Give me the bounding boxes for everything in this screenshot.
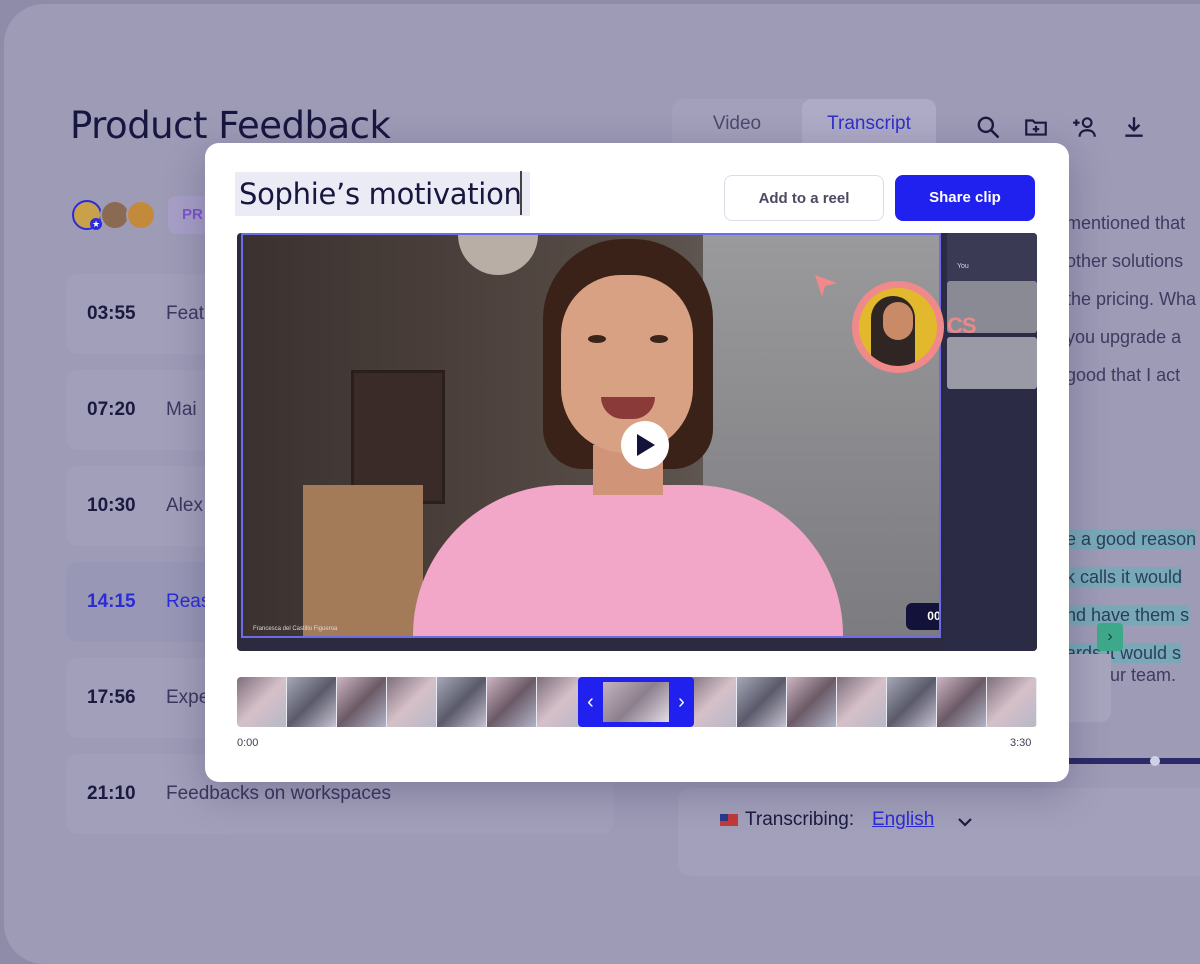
share-clip-button[interactable]: Share clip [895, 175, 1035, 221]
timeline-frame [987, 677, 1037, 727]
transcribing-label: Transcribing: [745, 809, 855, 830]
clip-timeline[interactable]: ‹ › [237, 677, 1037, 727]
comment-box [1065, 654, 1111, 722]
chevron-right-icon[interactable]: › [1097, 623, 1123, 651]
participant-tile[interactable]: You [947, 233, 1037, 285]
timeline-frame [487, 677, 537, 727]
playback-progress[interactable] [1066, 758, 1200, 764]
chapter-time: 17:56 [87, 687, 136, 708]
participant-initials: CS [947, 313, 977, 338]
timeline-start-time: 0:00 [237, 737, 259, 749]
play-icon [637, 434, 655, 456]
chapter-label: Alex [166, 495, 203, 516]
timeline-frame [937, 677, 987, 727]
chapter-time: 21:10 [87, 783, 136, 804]
transcript-text: mentioned that other solutions the prici… [1066, 204, 1200, 672]
clip-modal: Sophie’s motivation Add to a reel Share … [205, 143, 1069, 782]
timeline-frame [237, 677, 287, 727]
add-user-icon[interactable] [1072, 114, 1098, 140]
participant-strip: You [944, 233, 1037, 651]
transcribing-panel [678, 788, 1200, 876]
language-link[interactable]: English [872, 809, 934, 831]
chapter-label: Expe [166, 687, 210, 708]
timeline-frame [737, 677, 787, 727]
text-caret [520, 171, 522, 215]
clip-title-input[interactable]: Sophie’s motivation [235, 172, 530, 216]
time-display: 00:00 / 00:30 [906, 603, 939, 630]
folder-add-icon[interactable] [1023, 114, 1049, 140]
transcript-highlight[interactable]: k calls it would [1066, 567, 1183, 587]
speaker-caption: Francesca del Castillo Figueroa [253, 626, 338, 632]
trim-start-handle[interactable]: ‹ [578, 677, 603, 727]
add-to-reel-button[interactable]: Add to a reel [724, 175, 884, 221]
transcript-text: ur team. [1110, 656, 1200, 694]
timeline-frame [337, 677, 387, 727]
download-icon[interactable] [1121, 114, 1147, 140]
tile-label: You [957, 263, 969, 270]
timeline-end-time: 3:30 [1010, 737, 1032, 749]
timeline-frame [837, 677, 887, 727]
timeline-frame [387, 677, 437, 727]
timeline-frame [787, 677, 837, 727]
us-flag-icon [720, 814, 738, 826]
timeline-frame [887, 677, 937, 727]
timeline-frame [287, 677, 337, 727]
transcript-line: other solutions [1066, 251, 1184, 271]
transcript-line: good that I act [1066, 365, 1181, 385]
chapter-label: Feat [166, 303, 205, 324]
transcript-highlight[interactable]: nd have them s [1066, 605, 1190, 625]
timeline-frame [437, 677, 487, 727]
chevron-down-icon[interactable] [956, 813, 974, 831]
timeline-frame [687, 677, 737, 727]
video-player[interactable]: Francesca del Castillo Figueroa 00:00 / … [237, 233, 1037, 651]
playback-handle[interactable] [1150, 756, 1160, 766]
page-title: Product Feedback [70, 104, 391, 147]
avatar[interactable] [126, 200, 156, 230]
transcript-line: the pricing. Wha [1066, 289, 1197, 309]
trim-end-handle[interactable]: › [669, 677, 694, 727]
transcript-line: mentioned that [1066, 213, 1186, 233]
clip-range-selector[interactable]: ‹ › [578, 677, 694, 727]
participant-tile[interactable] [947, 337, 1037, 389]
play-button[interactable] [621, 421, 669, 469]
cursor-pointer-icon [813, 273, 839, 304]
chapter-time: 10:30 [87, 495, 136, 516]
chapter-label: Reas [166, 591, 211, 612]
transcript-line: you upgrade a [1066, 327, 1182, 347]
chapter-time: 07:20 [87, 399, 136, 420]
transcript-highlight[interactable]: e a good reason [1066, 529, 1197, 549]
chapter-time: 03:55 [87, 303, 136, 324]
transcript-line: ur team. [1110, 665, 1177, 685]
participant-avatar-badge[interactable] [852, 281, 944, 373]
chapter-time: 14:15 [87, 591, 136, 612]
search-icon[interactable] [975, 114, 1001, 140]
chapter-label: Mai [166, 399, 197, 420]
